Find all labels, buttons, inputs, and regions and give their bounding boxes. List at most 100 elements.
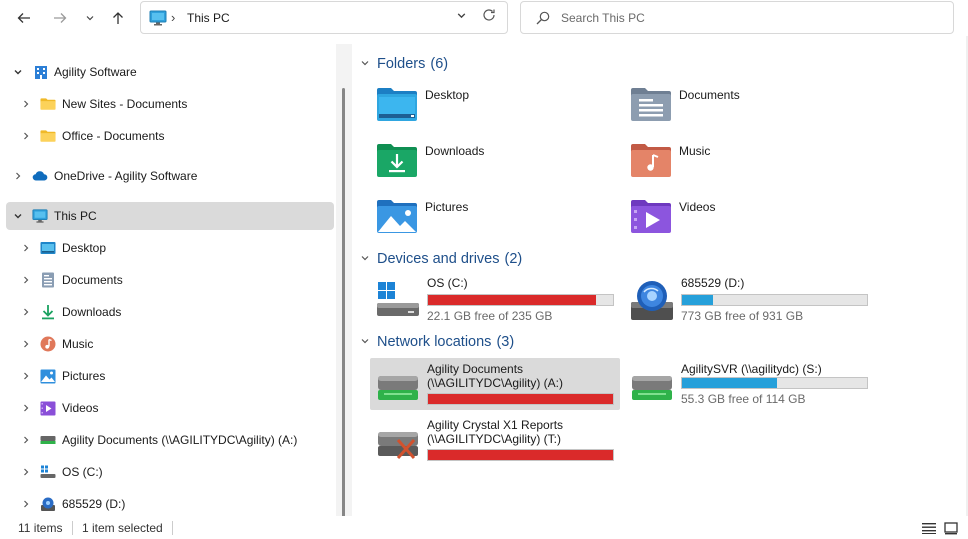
folder-name: Documents (679, 88, 740, 102)
chevron-right-icon[interactable] (20, 466, 32, 478)
network-tile-agility-crystal-reports-t[interactable]: Agility Crystal X1 Reports (\\AGILITYDC\… (370, 414, 620, 466)
drive-usage-bar (681, 377, 868, 389)
sidebar-item-onedrive[interactable]: OneDrive - Agility Software (6, 162, 334, 190)
forward-button[interactable] (48, 6, 72, 30)
sidebar-item-label: 685529 (D:) (62, 497, 126, 511)
chevron-down-icon (457, 13, 466, 19)
chevron-right-icon[interactable] (12, 170, 24, 182)
details-view-button[interactable] (920, 519, 938, 537)
drive-usage-bar (681, 294, 868, 306)
group-title: Devices and drives (377, 251, 500, 267)
sidebar-item-pictures[interactable]: Pictures (6, 362, 334, 390)
chevron-down-icon[interactable] (12, 210, 24, 222)
network-tile-agilitysvr-s[interactable]: AgilitySVR (\\agilitydc) (S:) 55.3 GB fr… (624, 358, 874, 410)
folder-tile-music[interactable]: Music (624, 142, 874, 188)
search-input[interactable]: Search This PC (561, 11, 645, 25)
sidebar-item-music[interactable]: Music (6, 330, 334, 358)
address-history-button[interactable] (456, 10, 467, 24)
chevron-right-icon[interactable] (20, 130, 32, 142)
download-icon (40, 304, 56, 320)
drive-free-space: 22.1 GB free of 235 GB (427, 309, 553, 323)
folder-tile-desktop[interactable]: Desktop (370, 86, 620, 132)
group-count: (3) (496, 334, 515, 350)
large-icons-view-icon (944, 521, 958, 534)
details-view-icon (922, 523, 936, 534)
folder-tile-pictures[interactable]: Pictures (370, 198, 620, 244)
breadcrumb-separator: › (171, 10, 176, 25)
breadcrumb-this-pc[interactable]: This PC (187, 11, 230, 25)
sidebar-item-this-pc[interactable]: This PC (6, 202, 334, 230)
group-count: (6) (430, 56, 449, 72)
drive-tile-os-c[interactable]: OS (C:) 22.1 GB free of 235 GB (370, 274, 620, 326)
chevron-right-icon[interactable] (20, 242, 32, 254)
sidebar-item-label: Desktop (62, 241, 107, 255)
folder-tile-downloads[interactable]: Downloads (370, 142, 620, 188)
group-count: (2) (504, 251, 523, 267)
sidebar-item-office-documents[interactable]: Office - Documents (6, 122, 334, 150)
folder-tile-videos[interactable]: Videos (624, 198, 874, 244)
navigation-scrollbar-thumb[interactable] (342, 88, 345, 518)
sidebar-item-label: Music (62, 337, 94, 351)
sidebar-item-agility-documents-a[interactable]: Agility Documents (\\AGILITYDC\Agility) … (6, 426, 334, 454)
group-header-devices-and-drives[interactable]: Devices and drives (2) (360, 249, 522, 269)
drive-free-space: 55.3 GB free of 114 GB (681, 392, 806, 406)
sidebar-item-downloads[interactable]: Downloads (6, 298, 334, 326)
chevron-right-icon[interactable] (20, 274, 32, 286)
group-header-network-locations[interactable]: Network locations (3) (360, 332, 514, 352)
drive-name-line2: (\\AGILITYDC\Agility) (T:) (427, 432, 562, 446)
drive-tile-685529-d[interactable]: 685529 (D:) 773 GB free of 931 GB (624, 274, 874, 326)
folder-name: Music (679, 144, 711, 158)
chevron-right-icon[interactable] (20, 370, 32, 382)
status-divider (72, 521, 73, 535)
sidebar-item-685529-d[interactable]: 685529 (D:) (6, 490, 334, 518)
sidebar-item-os-c[interactable]: OS (C:) (6, 458, 334, 486)
videos-folder-icon (631, 200, 671, 233)
selection-count: 1 item selected (82, 521, 163, 535)
refresh-button[interactable] (481, 7, 497, 27)
arrow-up-icon (113, 12, 123, 24)
monitor-icon (149, 10, 167, 29)
sidebar-item-label: This PC (54, 209, 97, 223)
sidebar-item-label: Office - Documents (62, 129, 165, 143)
tiles-view-button[interactable] (942, 519, 960, 537)
recent-locations-button[interactable] (78, 6, 102, 30)
monitor-icon (32, 208, 48, 224)
chevron-right-icon[interactable] (20, 338, 32, 350)
item-count: 11 items (18, 521, 63, 535)
address-bar[interactable]: › This PC (140, 1, 508, 34)
sidebar-item-agility-software[interactable]: Agility Software (6, 58, 334, 86)
documents-folder-icon (631, 88, 671, 121)
drive-name-line2: (\\AGILITYDC\Agility) (A:) (427, 376, 564, 390)
chevron-right-icon[interactable] (20, 98, 32, 110)
sidebar-item-label: OS (C:) (62, 465, 103, 479)
back-button[interactable] (12, 6, 36, 30)
music-icon (40, 336, 56, 352)
chevron-right-icon[interactable] (20, 498, 32, 510)
sidebar-item-videos[interactable]: Videos (6, 394, 334, 422)
folder-name: Videos (679, 200, 716, 214)
cloud-icon (32, 168, 48, 184)
sidebar-item-documents[interactable]: Documents (6, 266, 334, 294)
network-tile-agility-documents-a[interactable]: Agility Documents (\\AGILITYDC\Agility) … (370, 358, 620, 410)
group-header-folders[interactable]: Folders (6) (360, 54, 448, 74)
search-box[interactable]: Search This PC (520, 1, 954, 34)
sidebar-item-new-sites-documents[interactable]: New Sites - Documents (6, 90, 334, 118)
sidebar-item-desktop[interactable]: Desktop (6, 234, 334, 262)
drive-usage-fill (428, 295, 596, 305)
chevron-right-icon[interactable] (20, 306, 32, 318)
building-icon (33, 64, 49, 80)
up-button[interactable] (106, 6, 130, 30)
pictures-folder-icon (377, 200, 417, 233)
folder-tile-documents[interactable]: Documents (624, 86, 874, 132)
drive-name: 685529 (D:) (681, 276, 745, 290)
network-drive-icon (40, 432, 56, 448)
chevron-right-icon[interactable] (20, 402, 32, 414)
toolbar: › This PC Search This PC (0, 0, 968, 36)
arrow-left-icon (17, 13, 30, 23)
chevron-right-icon[interactable] (20, 434, 32, 446)
drive-usage-fill (428, 394, 613, 404)
sidebar-item-label: Documents (62, 273, 123, 287)
status-divider (172, 521, 173, 535)
optical-drive-icon (40, 496, 56, 512)
chevron-down-icon[interactable] (12, 66, 24, 78)
